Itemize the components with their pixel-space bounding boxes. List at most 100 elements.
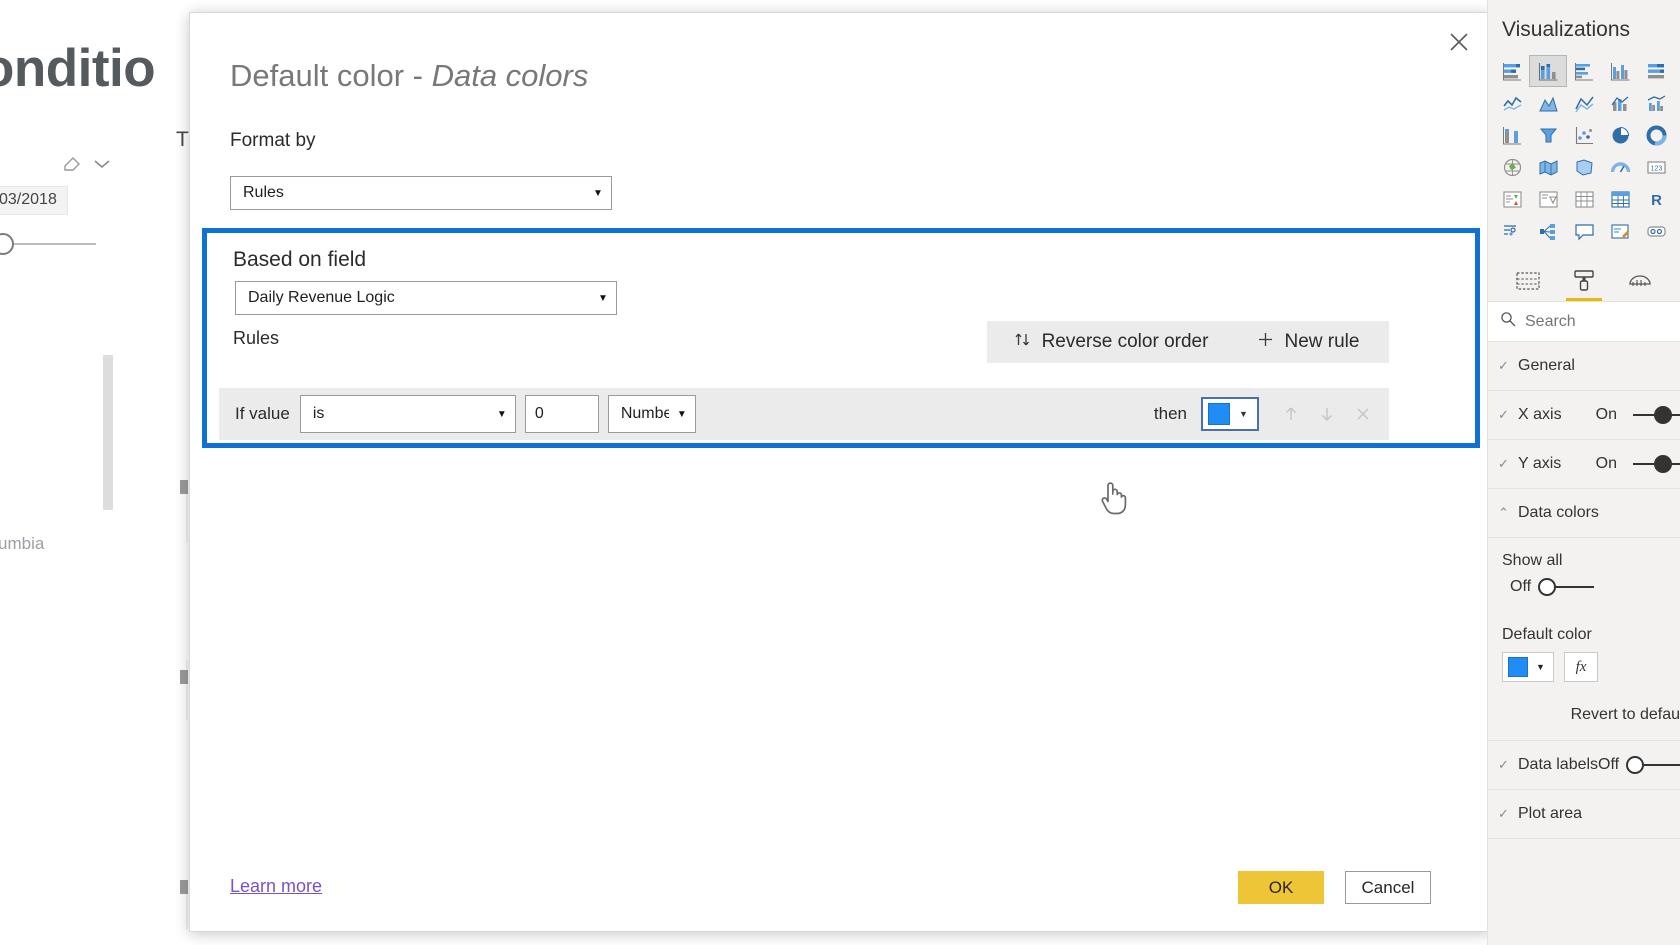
axis-label-partial: umbia	[0, 534, 45, 553]
viz-paginated-report-icon[interactable]	[1638, 216, 1674, 246]
chart-bar-fragment	[186, 660, 188, 720]
pane-tab-strip	[1488, 258, 1680, 302]
reverse-color-order-button[interactable]: Reverse color order	[987, 321, 1235, 363]
eraser-icon[interactable]	[62, 152, 84, 177]
new-rule-button[interactable]: New rule	[1227, 321, 1389, 363]
visualizations-title: Visualizations	[1502, 18, 1631, 41]
chevron-down-icon: ✓	[1498, 358, 1509, 373]
viz-kpi-icon[interactable]	[1530, 184, 1566, 214]
x-axis-toggle[interactable]	[1624, 406, 1680, 424]
reverse-color-order-label: Reverse color order	[1041, 331, 1209, 352]
viz-card-icon[interactable]: 123	[1638, 152, 1674, 182]
close-x-icon[interactable]	[1349, 400, 1377, 428]
revert-to-default-button[interactable]: Revert to defau	[1488, 696, 1680, 740]
arrow-down-icon[interactable]	[1313, 400, 1341, 428]
viz-pie-chart-icon[interactable]	[1602, 120, 1638, 150]
visualizations-pane: Visualizations 123 R Search ✓ General ✓ …	[1487, 0, 1680, 945]
sidebar-section-data-colors-label: Data colors	[1518, 504, 1599, 521]
tab-fields-pane[interactable]	[1504, 261, 1552, 301]
viz-stacked-area-chart-icon[interactable]	[1566, 88, 1602, 118]
close-icon[interactable]	[1440, 23, 1478, 61]
sort-updown-icon	[1014, 331, 1031, 354]
format-by-value: Rules	[243, 184, 284, 201]
viz-line-clustered-column-icon[interactable]	[1638, 88, 1674, 118]
search-icon	[1500, 311, 1516, 332]
viz-qna-visual-icon[interactable]	[1566, 216, 1602, 246]
viz-stacked-bar-chart-icon[interactable]	[1494, 56, 1530, 86]
format-by-dropdown[interactable]: Rules ▼	[230, 176, 612, 210]
search-input[interactable]	[1525, 312, 1645, 331]
viz-clustered-bar-chart-icon[interactable]	[1566, 56, 1602, 86]
sidebar-section-data-labels-label: Data labels	[1518, 756, 1599, 773]
y-axis-toggle[interactable]	[1624, 455, 1680, 473]
viz-multi-row-card-icon[interactable]	[1494, 184, 1530, 214]
based-on-field-highlight-region: Based on field Daily Revenue Logic ▼ Rul…	[202, 228, 1480, 448]
viz-area-chart-icon[interactable]	[1530, 88, 1566, 118]
viz-scatter-chart-icon[interactable]	[1566, 120, 1602, 150]
show-all-toggle[interactable]	[1538, 578, 1595, 596]
slider-handle[interactable]	[0, 233, 14, 255]
rule-operator-dropdown[interactable]: is ▼	[299, 395, 516, 433]
data-labels-toggle[interactable]	[1626, 756, 1680, 774]
viz-donut-chart-icon[interactable]	[1638, 120, 1674, 150]
viz-line-stacked-column-icon[interactable]	[1602, 88, 1638, 118]
learn-more-link[interactable]: Learn more	[230, 876, 322, 897]
cancel-button[interactable]: Cancel	[1345, 871, 1431, 904]
viz-key-influencers-icon[interactable]	[1494, 216, 1530, 246]
viz-decomposition-tree-icon[interactable]	[1530, 216, 1566, 246]
viz-smart-narrative-icon[interactable]	[1602, 216, 1638, 246]
format-search-box[interactable]	[1488, 302, 1680, 342]
sidebar-section-general-label: General	[1518, 357, 1575, 374]
viz-hundred-percent-stacked-bar-icon[interactable]	[1638, 56, 1674, 86]
canvas-scrollbar-thumb[interactable]	[103, 355, 113, 510]
slider-track[interactable]	[14, 243, 96, 245]
then-label: then	[1153, 404, 1187, 423]
arrow-up-icon[interactable]	[1277, 400, 1305, 428]
format-by-label: Format by	[230, 130, 316, 151]
plus-icon	[1257, 331, 1274, 354]
sidebar-section-general[interactable]: ✓ General	[1488, 342, 1680, 391]
svg-text:123: 123	[1650, 165, 1662, 172]
viz-map-icon[interactable]	[1530, 152, 1566, 182]
tab-format-pane[interactable]	[1560, 261, 1608, 301]
rule-value-type-value: Number	[620, 405, 669, 422]
sidebar-section-y-axis[interactable]: ✓ Y axis On	[1488, 440, 1680, 489]
sidebar-section-data-colors[interactable]: ⌃ Data colors	[1488, 489, 1680, 538]
viz-gauge-icon[interactable]	[1602, 152, 1638, 182]
viz-treemap-icon[interactable]	[1494, 152, 1530, 182]
dialog-title-main: Default color -	[230, 58, 432, 93]
sidebar-section-data-labels[interactable]: ✓ Data labels Off	[1488, 741, 1680, 790]
date-chip[interactable]: 03/2018	[0, 186, 68, 215]
rule-value-input[interactable]	[524, 395, 599, 433]
app-root: onditio T 03/2018 umbia Default color - …	[0, 0, 1680, 945]
chevron-down-icon[interactable]	[93, 157, 111, 175]
visualization-type-grid: 123 R	[1488, 55, 1680, 246]
rule-value-type-dropdown[interactable]: Number ▼	[607, 395, 696, 433]
viz-line-chart-icon[interactable]	[1494, 88, 1530, 118]
viz-r-script-visual-icon[interactable]: R	[1638, 184, 1674, 214]
viz-ribbon-chart-icon[interactable]	[1494, 120, 1530, 150]
viz-stacked-column-chart-icon[interactable]	[1529, 55, 1567, 87]
data-colors-section-body: Show all Off Default color ▼ fx Revert t…	[1488, 538, 1680, 741]
based-on-field-value: Daily Revenue Logic	[248, 289, 395, 306]
default-color-picker[interactable]: ▼	[1502, 652, 1554, 682]
default-color-row: ▼ fx	[1488, 648, 1680, 696]
ok-button[interactable]: OK	[1238, 871, 1324, 904]
viz-clustered-column-chart-icon[interactable]	[1602, 56, 1638, 86]
chevron-down-icon: ✓	[1498, 806, 1509, 821]
based-on-field-dropdown[interactable]: Daily Revenue Logic ▼	[235, 281, 617, 315]
viz-filled-map-icon[interactable]	[1566, 152, 1602, 182]
rule-color-picker[interactable]: ▼	[1201, 397, 1259, 431]
viz-table-icon[interactable]	[1602, 184, 1638, 214]
tab-analytics-pane[interactable]	[1616, 261, 1664, 301]
conditional-formatting-fx-button[interactable]: fx	[1564, 652, 1598, 682]
sidebar-section-x-axis[interactable]: ✓ X axis On	[1488, 391, 1680, 440]
viz-slicer-icon[interactable]	[1566, 184, 1602, 214]
chevron-down-icon: ▼	[496, 408, 507, 420]
sidebar-section-plot-area-label: Plot area	[1518, 805, 1583, 822]
chevron-up-icon: ⌃	[1498, 505, 1509, 520]
chevron-down-icon: ▼	[593, 187, 603, 199]
viz-waterfall-chart-icon[interactable]	[1530, 120, 1566, 150]
report-title-partial: onditio	[0, 39, 156, 98]
sidebar-section-plot-area[interactable]: ✓ Plot area	[1488, 790, 1680, 839]
